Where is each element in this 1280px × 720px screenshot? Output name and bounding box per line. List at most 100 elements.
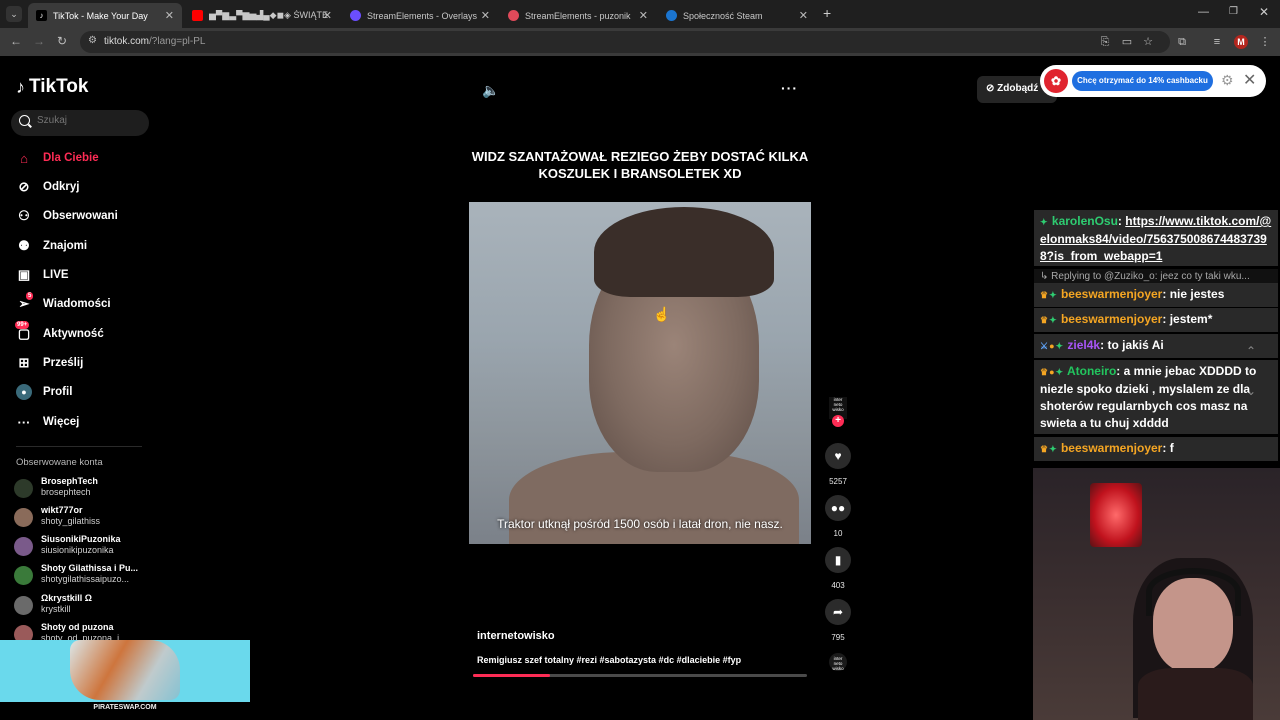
nav-dla-ciebie[interactable]: ⌂ Dla Ciebie	[16, 147, 99, 169]
avatar	[14, 479, 33, 498]
nav-profil[interactable]: ● Profil	[16, 381, 72, 403]
account-name: Ωkrystkill Ω	[41, 593, 92, 603]
more-options-icon[interactable]: ···	[781, 80, 798, 96]
close-icon[interactable]: ✕	[799, 9, 808, 22]
nav-odkryj[interactable]: ⊘ Odkryj	[16, 176, 80, 198]
close-icon[interactable]: ✕	[639, 9, 648, 22]
badge-icon: ✦	[1049, 315, 1057, 325]
crown-icon: ♛	[1040, 367, 1049, 377]
chevron-down-icon[interactable]: ⌄	[1246, 384, 1256, 398]
comment-button[interactable]: ●● 10	[823, 495, 853, 538]
steam-favicon-icon	[666, 10, 677, 21]
crown-icon: ♛	[1040, 444, 1049, 454]
video-progress-fill	[473, 674, 550, 677]
tiktok-logo[interactable]: ♪ TikTok	[16, 76, 88, 98]
follow-plus-icon[interactable]: +	[832, 415, 844, 427]
headset-icon	[1146, 568, 1241, 616]
forward-icon[interactable]: →	[33, 34, 45, 48]
tab-streamelements-overlays[interactable]: StreamElements - Overlays ✕	[342, 3, 498, 28]
chat-text: jestem*	[1169, 312, 1213, 326]
account-handle: krystkill	[41, 604, 71, 614]
profile-avatar[interactable]: M	[1234, 35, 1248, 49]
tab-streamelements-puzonik[interactable]: StreamElements - puzonik ✕	[500, 3, 656, 28]
close-icon[interactable]: ✕	[1243, 70, 1256, 90]
nav-wiecej[interactable]: ··· Więcej	[16, 411, 80, 433]
search-input[interactable]	[37, 115, 137, 126]
chat-message: ♛✦ beeswarmenjoyer: nie jestes	[1034, 283, 1278, 307]
nav-wiadomosci[interactable]: ➢ 5 Wiadomości	[16, 292, 111, 315]
badge-icon: ✦	[1049, 290, 1057, 300]
back-icon[interactable]: ←	[10, 34, 22, 48]
site-info-icon[interactable]: ⚙	[88, 35, 97, 46]
like-button[interactable]: ♥ 5257	[823, 443, 853, 486]
chat-reply-preview: ↳ Replying to @Zuziko_o: jeez co ty taki…	[1034, 269, 1278, 284]
save-button[interactable]: ▮ 403	[823, 547, 853, 590]
chat-user: ziel4k	[1067, 338, 1101, 352]
tab-list-icon[interactable]: ⌄	[6, 6, 22, 22]
chat-text: to jakiś Ai	[1107, 338, 1164, 352]
translate-icon[interactable]: ⎘	[1098, 35, 1112, 49]
account-name: Shoty Gilathissa i Pu...	[41, 563, 139, 573]
video-title: WIDZ SZANTAŻOWAŁ REZIEGO ŻEBY DOSTAĆ KIL…	[471, 149, 809, 181]
new-tab-icon[interactable]: +	[823, 5, 831, 21]
nav-znajomi[interactable]: ⚉ Znajomi	[16, 235, 87, 257]
video-description[interactable]: Remigiusz szef totalny #rezi #sabotazyst…	[477, 655, 741, 665]
music-disc-avatar[interactable]: inter neto wisko	[829, 653, 847, 671]
account-handle: shoty_gilathiss	[41, 516, 101, 526]
url-path: /?lang=pl-PL	[149, 36, 206, 47]
volume-icon[interactable]: 🔈	[482, 82, 499, 99]
upload-icon: ⊞	[18, 355, 30, 370]
nav-label: Dla Ciebie	[43, 152, 99, 164]
video-author[interactable]: internetowisko	[477, 630, 555, 642]
cast-icon[interactable]: ▭	[1120, 35, 1134, 49]
extensions-icon[interactable]: ⧉	[1175, 35, 1189, 49]
tab-title: StreamElements - puzonik	[525, 10, 631, 21]
window-close-icon[interactable]: ✕	[1259, 5, 1269, 19]
gear-icon[interactable]: ⚙	[1221, 72, 1234, 89]
following-icon: ⚇	[18, 208, 30, 223]
tab-title: TikTok - Make Your Day	[53, 10, 148, 21]
tab-steam[interactable]: Społeczność Steam ✕	[658, 3, 816, 28]
tab-tiktok[interactable]: ♪ TikTok - Make Your Day ✕	[28, 3, 182, 28]
video-caption: Traktor utknął pośród 1500 osób i latał …	[497, 517, 783, 531]
chat-user: beeswarmenjoyer	[1060, 287, 1163, 301]
friends-icon: ⚉	[18, 238, 30, 253]
followed-accounts-title: Obserwowane konta	[16, 457, 103, 468]
video-progress-bar[interactable]	[473, 674, 807, 677]
more-icon: ···	[17, 414, 31, 430]
minimize-icon[interactable]: —	[1198, 6, 1209, 18]
logo-text: TikTok	[29, 76, 89, 97]
nav-aktywnosc[interactable]: ▢ 99+ Aktywność	[15, 321, 104, 345]
search-box[interactable]	[11, 110, 149, 136]
chat-message: ♛✦ beeswarmenjoyer: f	[1034, 437, 1278, 461]
bookmark-star-icon[interactable]: ☆	[1141, 35, 1155, 49]
video-player[interactable]: Traktor utknął pośród 1500 osób i latał …	[469, 202, 811, 544]
nav-przeslij[interactable]: ⊞ Prześlij	[16, 352, 84, 374]
address-bar[interactable]: ⚙ tiktok.com/?lang=pl-PL	[80, 31, 1170, 53]
cashback-logo-icon: ✿	[1044, 69, 1068, 93]
account-name: SiusonikiPuzonika	[41, 534, 121, 544]
nav-live[interactable]: ▣ LIVE	[16, 264, 69, 286]
share-button[interactable]: ➦ 795	[823, 599, 853, 642]
nav-label: Prześlij	[43, 357, 84, 369]
tab-youtube[interactable]: ▅▀▆▃▀▆▅▟▄◆◼◈ ŚWIĄTE ✕	[184, 3, 340, 28]
coins-label: Zdobądź	[997, 83, 1039, 94]
nav-obserwowani[interactable]: ⚇ Obserwowani	[16, 205, 118, 227]
menu-kebab-icon[interactable]: ⋮	[1258, 35, 1272, 49]
avatar	[14, 508, 33, 527]
close-icon[interactable]: ✕	[481, 9, 490, 22]
close-icon[interactable]: ✕	[165, 9, 174, 22]
cashback-button[interactable]: Chcę otrzymać do 14% cashbacku	[1072, 71, 1213, 91]
reading-list-icon[interactable]: ≡	[1210, 35, 1224, 49]
restore-icon[interactable]: ❐	[1229, 6, 1238, 17]
reload-icon[interactable]: ↻	[57, 34, 67, 48]
nav-label: Więcej	[43, 416, 80, 428]
youtube-favicon-icon	[192, 10, 203, 21]
sponsor-image	[70, 640, 180, 700]
account-handle: shotygilathissaipuzo...	[41, 574, 130, 584]
tab-title: StreamElements - Overlays	[367, 10, 478, 21]
chat-message: ♛✦ beeswarmenjoyer: jestem*	[1034, 308, 1278, 332]
chevron-up-icon[interactable]: ⌃	[1246, 344, 1256, 358]
video-person-hair	[594, 207, 774, 297]
close-icon[interactable]: ✕	[323, 9, 332, 22]
